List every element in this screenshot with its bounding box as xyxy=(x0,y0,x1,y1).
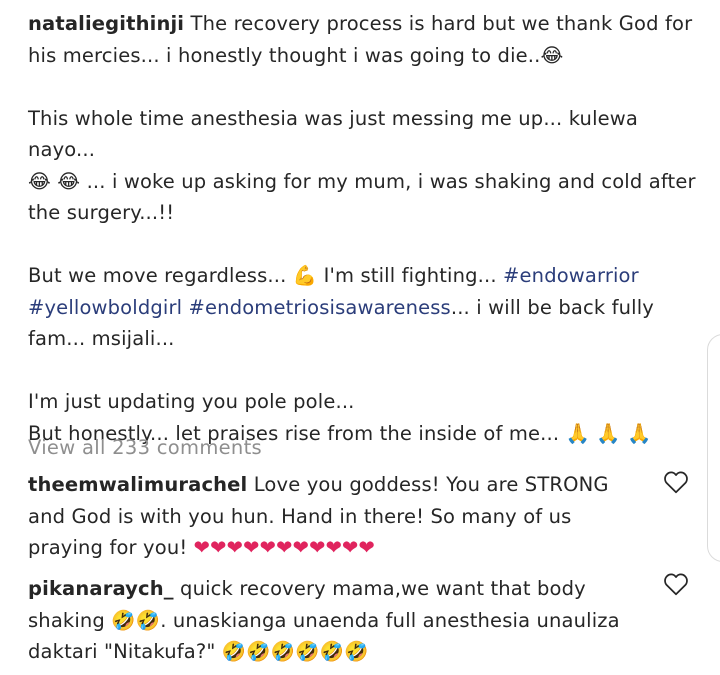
comment-item: theemwalimurachel Love you goddess! You … xyxy=(28,469,648,564)
rolling-laughing-emoji: 🤣🤣 xyxy=(111,608,161,632)
hashtag-link-yellowboldgirl[interactable]: #yellowboldgirl xyxy=(28,296,182,319)
caption-text: But we move regardless... xyxy=(28,264,293,287)
caption-text: I'm still fighting... xyxy=(317,264,504,287)
hashtag-link-endowarrior[interactable]: #endowarrior xyxy=(503,264,639,287)
comment-item: pikanaraych_ quick recovery mama,we want… xyxy=(28,573,648,668)
caption-paragraph-2: This whole time anesthesia was just mess… xyxy=(28,103,704,229)
side-scroll-panel[interactable] xyxy=(707,334,720,562)
view-all-comments-link[interactable]: View all 233 comments xyxy=(28,432,262,463)
post-username-link[interactable]: nataliegithinji xyxy=(28,12,184,35)
rolling-laughing-emoji: 🤣🤣🤣🤣🤣🤣 xyxy=(221,640,369,663)
comment-username-link[interactable]: theemwalimurachel xyxy=(28,473,247,496)
laughing-emoji: 😂 😂 xyxy=(28,169,81,193)
caption-paragraph-1: nataliegithinji The recovery process is … xyxy=(28,8,704,71)
laughing-emoji: 😂 xyxy=(540,43,564,67)
caption-text: This whole time anesthesia was just mess… xyxy=(28,106,638,162)
heart-outline-icon xyxy=(664,471,688,494)
hashtag-link-endometriosisawareness[interactable]: #endometriosisawareness xyxy=(189,296,451,319)
red-heart-emoji: ❤❤❤❤❤❤❤❤❤❤❤ xyxy=(193,536,376,559)
caption-paragraph-3: But we move regardless... 💪 I'm still fi… xyxy=(28,260,704,355)
caption-text: I'm just updating you pole pole... xyxy=(28,390,355,413)
post-caption: nataliegithinji The recovery process is … xyxy=(28,8,704,449)
like-comment-button[interactable] xyxy=(663,572,689,596)
like-comment-button[interactable] xyxy=(663,470,689,494)
comment-username-link[interactable]: pikanaraych_ xyxy=(28,577,174,600)
praying-hands-emoji: 🙏 🙏 🙏 xyxy=(565,421,652,445)
flexed-biceps-emoji: 💪 xyxy=(292,264,318,287)
heart-outline-icon xyxy=(664,573,688,596)
caption-text: ... i woke up asking for my mum, i was s… xyxy=(28,169,696,225)
